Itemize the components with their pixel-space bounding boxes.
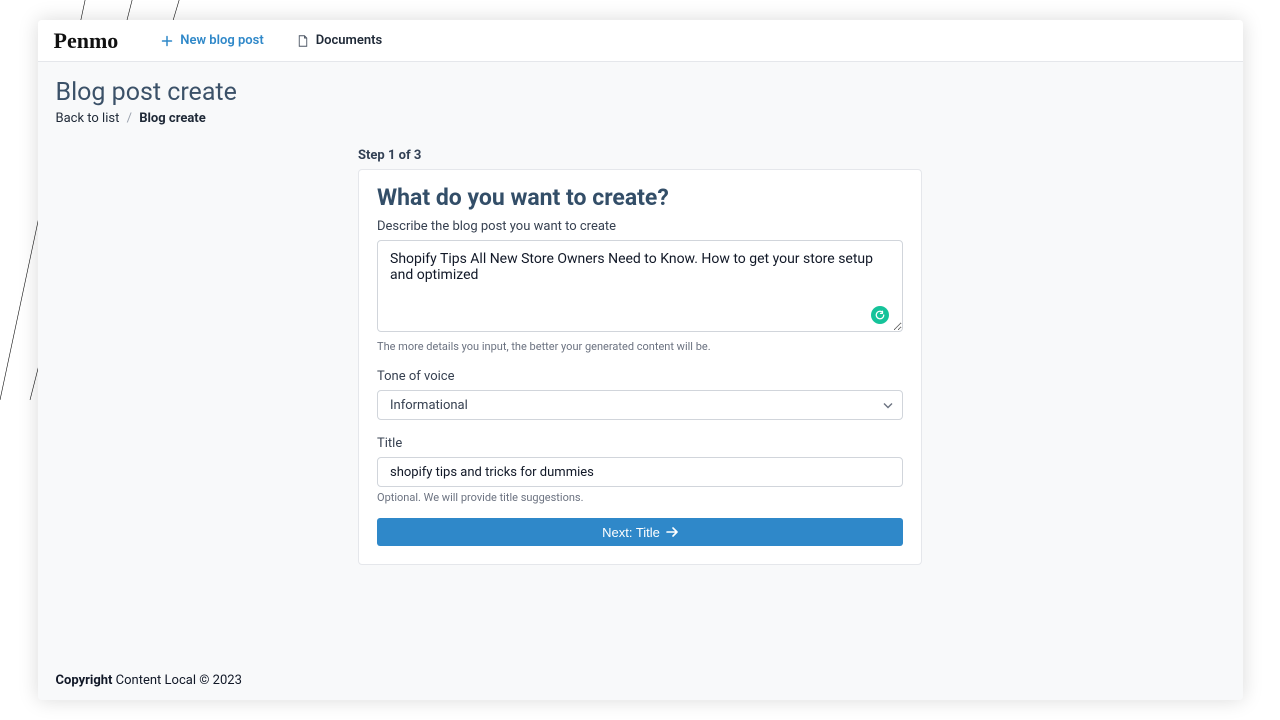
create-card: What do you want to create? Describe the… (358, 169, 922, 565)
nav-documents-label: Documents (316, 33, 382, 48)
describe-textarea[interactable]: Shopify Tips All New Store Owners Need t… (377, 240, 903, 332)
nav-new-blog-post[interactable]: New blog post (154, 29, 269, 52)
breadcrumb-current: Blog create (139, 111, 206, 126)
next-title-button[interactable]: Next: Title (377, 518, 903, 546)
next-button-label: Next: Title (602, 525, 660, 540)
topbar: Penmo New blog post Documents (38, 20, 1243, 62)
grammarly-icon (871, 306, 889, 324)
card-heading: What do you want to create? (377, 184, 903, 211)
tone-select[interactable]: Informational (377, 390, 903, 420)
app-shell: Penmo New blog post Documents Blog post … (38, 20, 1243, 700)
title-hint: Optional. We will provide title suggesti… (377, 491, 903, 504)
plus-icon (160, 34, 174, 48)
brand-logo: Penmo (54, 28, 119, 54)
title-label: Title (377, 436, 903, 451)
footer: Copyright Content Local © 2023 (38, 661, 1243, 700)
tone-label: Tone of voice (377, 369, 903, 384)
arrow-right-icon (666, 527, 678, 537)
document-icon (296, 34, 310, 48)
page-header: Blog post create Back to list / Blog cre… (38, 62, 1243, 134)
step-indicator: Step 1 of 3 (358, 148, 922, 163)
nav-documents[interactable]: Documents (290, 29, 388, 52)
footer-copyright-bold: Copyright (56, 673, 113, 688)
breadcrumb-back-link[interactable]: Back to list (56, 111, 120, 126)
breadcrumb-separator: / (123, 111, 136, 126)
describe-label: Describe the blog post you want to creat… (377, 219, 903, 234)
top-nav: New blog post Documents (154, 29, 388, 52)
title-input[interactable] (377, 457, 903, 487)
page-title: Blog post create (56, 78, 1225, 107)
footer-copyright-rest: Content Local © 2023 (112, 673, 241, 688)
nav-new-blog-post-label: New blog post (180, 33, 263, 48)
breadcrumb: Back to list / Blog create (56, 111, 1225, 126)
describe-hint: The more details you input, the better y… (377, 340, 903, 353)
main-content: Step 1 of 3 What do you want to create? … (38, 134, 1243, 661)
